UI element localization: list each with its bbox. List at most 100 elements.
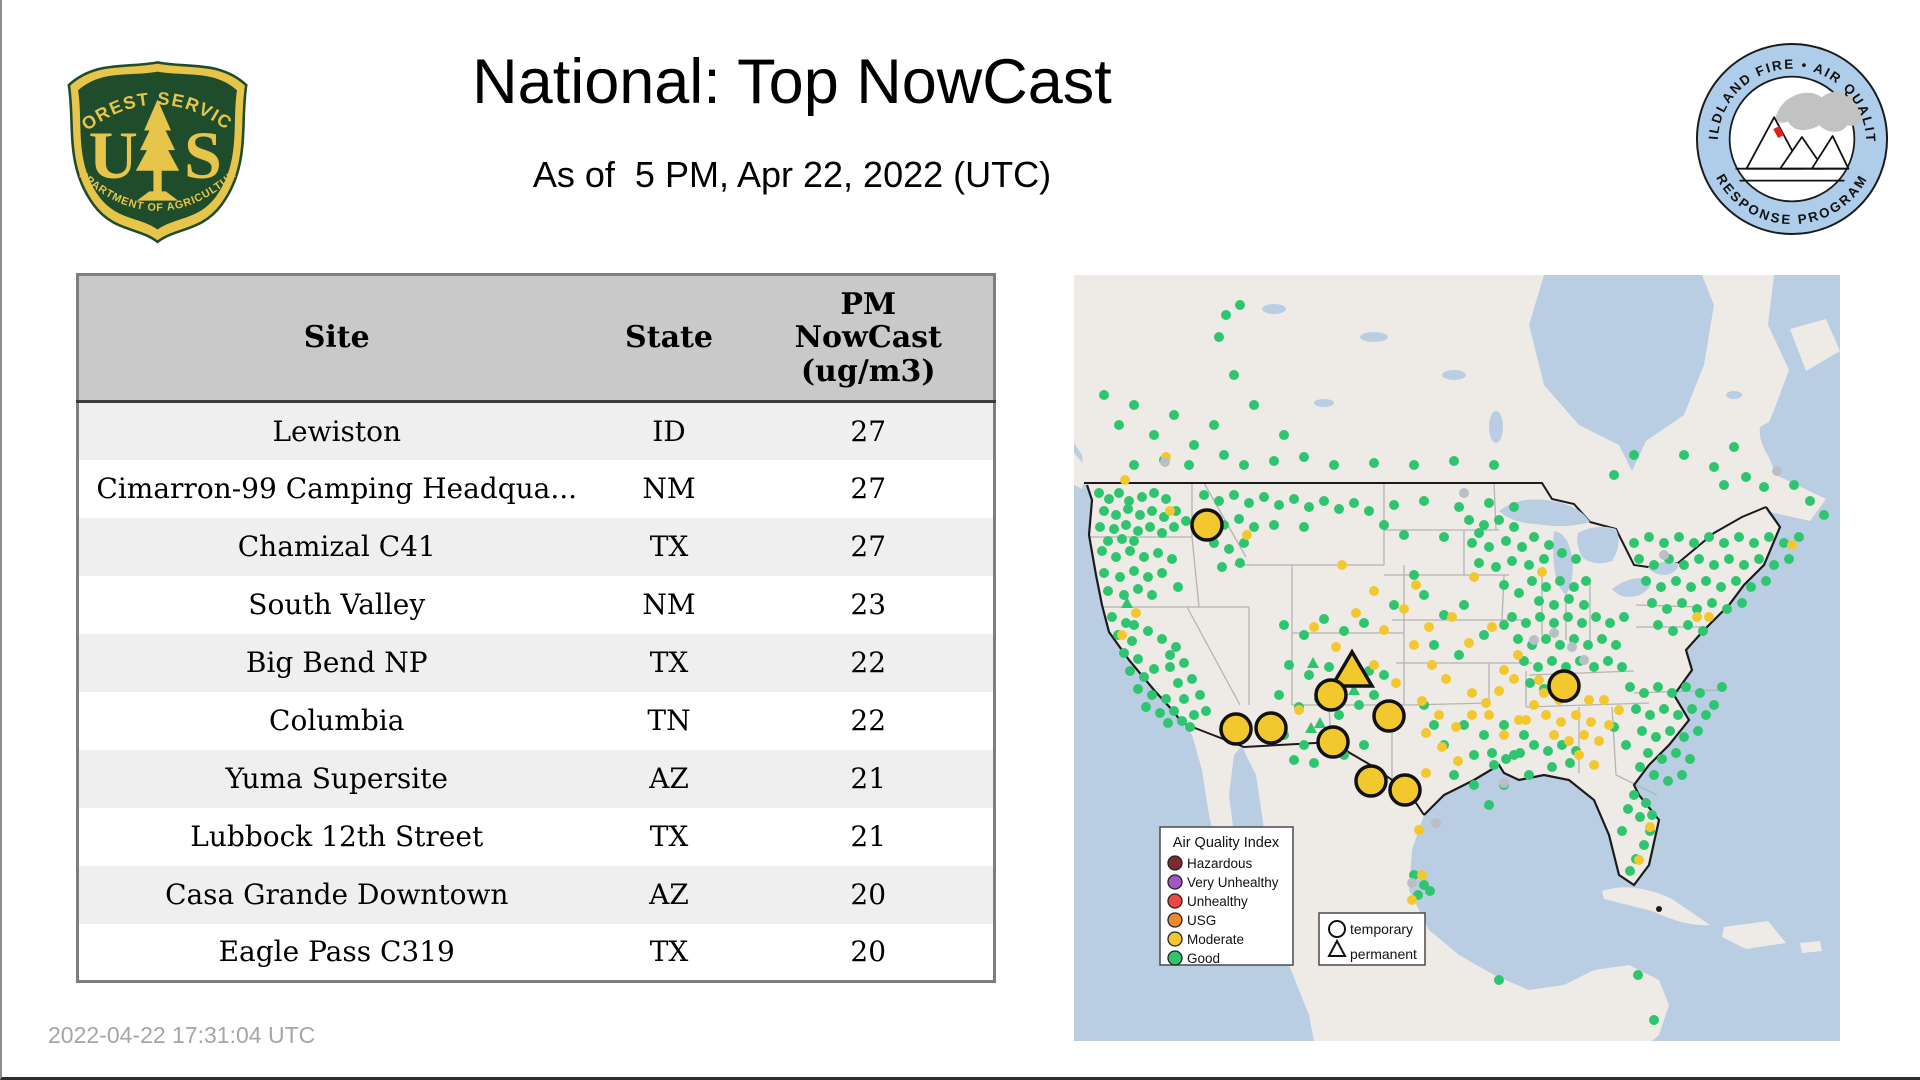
aqi-dot-good: [1189, 710, 1199, 720]
table-row: Eagle Pass C319 TX 20: [77, 923, 995, 982]
aqi-dot-good: [1244, 498, 1254, 508]
col-header-site: Site: [77, 274, 595, 403]
aqi-dot-good: [1097, 546, 1107, 556]
aqi-dot-good: [1239, 460, 1249, 470]
aqi-dot-good: [1639, 688, 1649, 698]
cell-pm: 20: [850, 878, 887, 911]
aqi-dot-good: [1645, 710, 1655, 720]
aqi-dot-moderate: [1369, 660, 1379, 670]
aqi-dot-inactive: [1499, 778, 1509, 788]
aqi-dot-good: [1517, 542, 1527, 552]
aqi-dot-good: [1179, 694, 1189, 704]
aqi-dot-moderate: [1417, 696, 1427, 706]
aqi-dot-good: [1199, 490, 1209, 500]
aqi-dot-good: [1187, 674, 1197, 684]
aqi-dot-good: [1535, 612, 1545, 622]
aqi-dot-good: [1764, 532, 1774, 542]
aqi-dot-good: [1634, 554, 1644, 564]
legend-item-label: USG: [1187, 913, 1216, 928]
aqi-dot-good: [1389, 500, 1399, 510]
legend-swatch-icon: [1167, 855, 1183, 871]
aqi-dot-good: [1309, 758, 1319, 768]
aqi-dot-good: [1201, 706, 1211, 716]
aqi-dot-good: [1685, 754, 1695, 764]
aqi-dot-moderate: [1427, 660, 1437, 670]
aqi-dot-good: [1274, 500, 1284, 510]
aqi-dot-inactive: [1567, 642, 1577, 652]
aqi-dot-good: [1547, 656, 1557, 666]
aqi-dot-good: [1746, 582, 1756, 592]
aqi-dot-good: [1539, 554, 1549, 564]
cell-state: TN: [647, 704, 691, 737]
legend-swatch-icon: [1167, 874, 1183, 890]
aqi-dot-moderate: [1441, 674, 1451, 684]
aqi-dot-good: [1647, 598, 1657, 608]
aqi-dot-moderate: [1521, 715, 1531, 725]
aqi-dot-good: [1544, 540, 1554, 550]
cell-pm: 21: [850, 762, 887, 795]
aqi-dot-moderate: [1487, 622, 1497, 632]
cell-state: TX: [649, 530, 689, 563]
aqi-dot-moderate: [1484, 710, 1494, 720]
page-subtitle: As of 5 PM, Apr 22, 2022 (UTC): [532, 154, 1052, 195]
wfaqrp-logo: WILDLAND FIRE • AIR QUALITY RESPONSE PRO…: [1695, 42, 1889, 236]
legend-swatch-icon: [1167, 912, 1183, 928]
aqi-dot-good: [1605, 618, 1615, 628]
aqi-dot-good: [1181, 516, 1191, 526]
aqi-dot-moderate: [1604, 720, 1614, 730]
aqi-dot-dark: [1656, 906, 1662, 912]
aqi-dot-good: [1499, 620, 1509, 630]
aqi-dot-good: [1674, 532, 1684, 542]
aqi-dot-moderate: [1409, 640, 1419, 650]
aqi-dot-good: [1716, 582, 1726, 592]
aqi-dot-good: [1103, 586, 1113, 596]
aqi-legend-title: Air Quality Index: [1173, 835, 1280, 851]
aqi-dot-good: [1563, 612, 1573, 622]
aqi-dot-good: [1425, 886, 1435, 896]
aqi-dot-moderate: [1464, 638, 1474, 648]
aqi-dot-good: [1474, 558, 1484, 568]
top-site-marker-temporary: [1547, 669, 1581, 703]
aqi-dot-moderate: [1242, 530, 1252, 540]
aqi-dot-good: [1219, 450, 1229, 460]
aqi-dot-good: [1514, 588, 1524, 598]
aqi-dot-good: [1179, 658, 1189, 668]
aqi-dot-good: [1681, 682, 1691, 692]
aqi-dot-good: [1141, 702, 1151, 712]
aqi-dot-good: [1509, 502, 1519, 512]
aqi-dot-good: [1195, 690, 1205, 700]
top-site-marker-temporary: [1388, 773, 1422, 807]
aqi-dot-moderate: [1369, 586, 1379, 596]
aqi-dot-moderate: [1453, 756, 1463, 766]
aqi-dot-good: [1659, 704, 1669, 714]
aqi-dot-good: [1673, 710, 1683, 720]
aqi-dot-moderate: [1120, 475, 1130, 485]
aqi-dot-moderate: [1599, 695, 1609, 705]
aqi-dot-good: [1555, 640, 1565, 650]
aqi-dot-good: [1491, 562, 1501, 572]
aqi-dot-good: [1389, 600, 1399, 610]
aqi-dot-good: [1379, 670, 1389, 680]
aqi-dot-good: [1649, 560, 1659, 570]
aqi-dot-good: [1304, 670, 1314, 680]
cell-site: Casa Grande Downtown: [165, 878, 509, 911]
cell-pm: 27: [850, 414, 887, 448]
aqi-dot-moderate: [1407, 895, 1417, 905]
cell-pm: 20: [850, 935, 887, 969]
aqi-dot-good: [1137, 492, 1147, 502]
aqi-dot-good: [1464, 515, 1474, 525]
aqi-dot-good: [1541, 582, 1551, 592]
aqi-dot-good: [1165, 662, 1175, 672]
aqi-dot-moderate: [1434, 710, 1444, 720]
aqi-dot-moderate: [1117, 630, 1127, 640]
cell-site: Lewiston: [272, 414, 402, 448]
aqi-dot-good: [1569, 582, 1579, 592]
aqi-dot-good: [1459, 600, 1469, 610]
aqi-dot-good: [1709, 462, 1719, 472]
aqi-dot-inactive: [1772, 466, 1782, 476]
aqi-dot-moderate: [1634, 855, 1644, 865]
aqi-dot-good: [1284, 660, 1294, 670]
aqi-dot-good: [1581, 576, 1591, 586]
aqi-dot-good: [1617, 826, 1627, 836]
aqi-dot-good: [1189, 440, 1199, 450]
